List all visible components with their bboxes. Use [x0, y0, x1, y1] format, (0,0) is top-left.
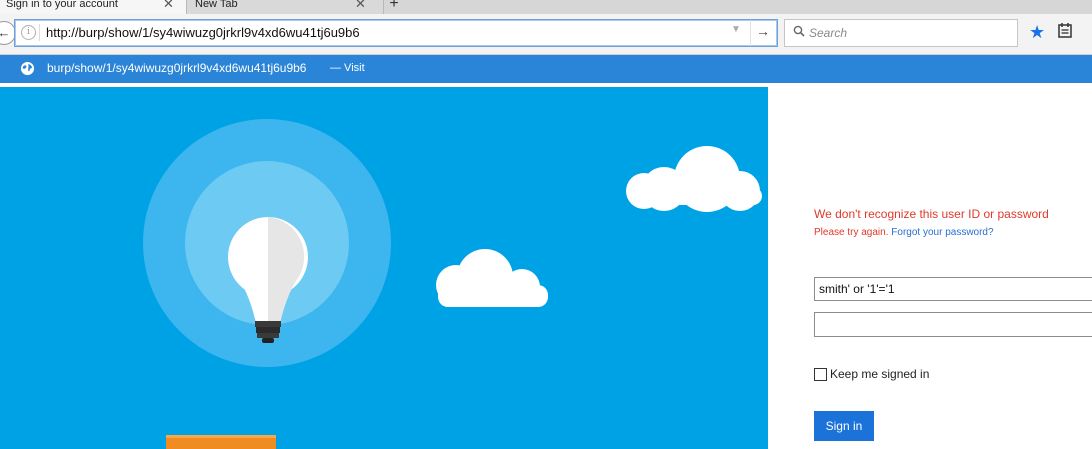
url-suggestion-row[interactable]: burp/show/1/sy4wiwuzg0jrkrl9v4xd6wu41tj6… — [0, 55, 1092, 83]
password-input[interactable] — [814, 312, 1092, 337]
error-message: Please try again. Forgot your password? — [814, 227, 994, 238]
forgot-password-link[interactable]: Forgot your password? — [891, 227, 993, 238]
tab-strip: Sign in to your account ✕ New Tab ✕ + — [0, 0, 1092, 14]
suggestion-url: burp/show/1/sy4wiwuzg0jrkrl9v4xd6wu41tj6… — [47, 61, 307, 75]
user-id-input[interactable] — [814, 277, 1092, 301]
globe-icon — [20, 61, 35, 76]
divider — [750, 20, 751, 46]
tab-new-tab[interactable]: New Tab ✕ — [187, 0, 384, 14]
sign-in-button[interactable]: Sign in — [814, 411, 874, 441]
cloud-icon — [436, 249, 548, 307]
error-prefix: Please try again. — [814, 227, 889, 238]
close-tab-icon[interactable]: ✕ — [355, 0, 366, 14]
tab-label: New Tab — [195, 0, 238, 10]
bookmark-star-icon[interactable]: ★ — [1029, 22, 1045, 42]
tab-label: Sign in to your account — [6, 0, 118, 10]
suggestion-visit-label: — Visit — [330, 62, 365, 74]
lightbulb-illustration — [143, 119, 762, 449]
keep-signed-in-checkbox[interactable] — [814, 368, 827, 381]
sign-in-panel: We don't recognize this user ID or passw… — [768, 87, 1092, 449]
dropdown-arrow-icon[interactable]: ▼ — [731, 24, 741, 35]
close-tab-icon[interactable]: ✕ — [163, 0, 174, 14]
search-input[interactable]: Search — [784, 19, 1018, 47]
keep-signed-in-label[interactable]: Keep me signed in — [830, 367, 929, 381]
url-text[interactable]: http://burp/show/1/sy4wiwuzg0jrkrl9v4xd6… — [46, 25, 360, 40]
navigation-bar: ← i http://burp/show/1/sy4wiwuzg0jrkrl9v… — [0, 14, 1092, 55]
info-icon[interactable]: i — [21, 25, 36, 40]
error-title: We don't recognize this user ID or passw… — [814, 207, 1049, 221]
search-icon — [793, 25, 805, 37]
new-tab-button[interactable]: + — [384, 0, 404, 14]
reading-list-icon[interactable] — [1058, 23, 1072, 38]
address-bar[interactable]: i http://burp/show/1/sy4wiwuzg0jrkrl9v4x… — [14, 19, 778, 47]
search-placeholder: Search — [809, 26, 848, 40]
tab-sign-in[interactable]: Sign in to your account ✕ — [0, 0, 187, 14]
divider — [39, 24, 40, 41]
cloud-icon — [626, 146, 762, 212]
hero-illustration — [0, 87, 768, 449]
go-arrow-icon[interactable]: → — [756, 23, 770, 39]
